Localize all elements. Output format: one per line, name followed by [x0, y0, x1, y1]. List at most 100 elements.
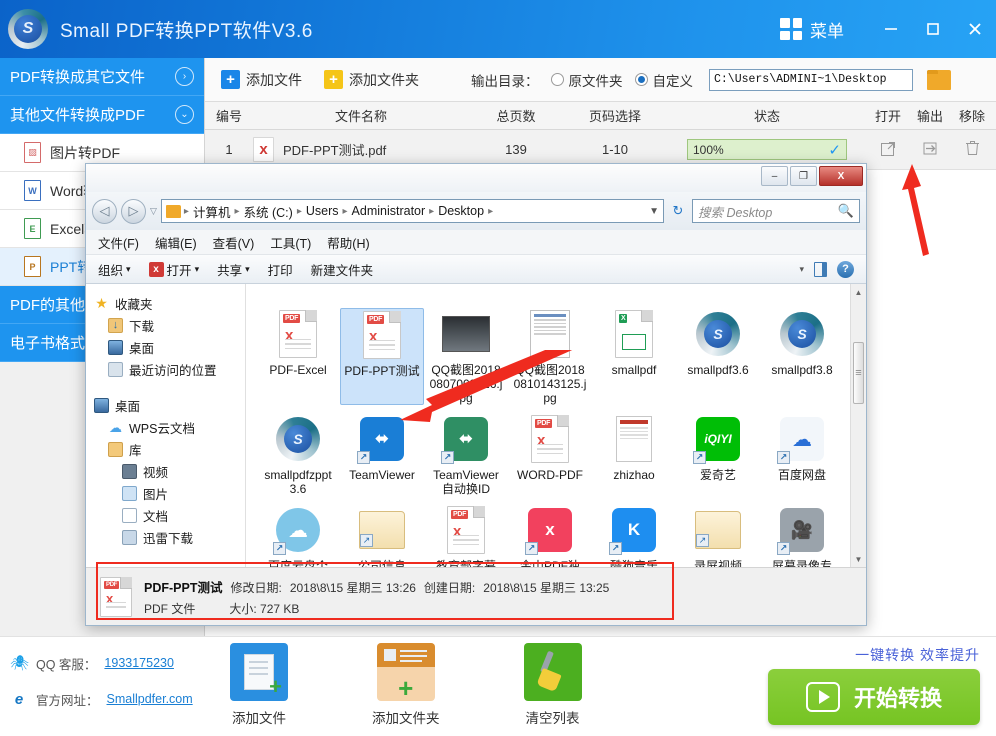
file-item-smallpdf38[interactable]: smallpdf3.8: [760, 308, 844, 405]
refresh-icon[interactable]: ↻: [668, 203, 688, 219]
file-item-word-pdf[interactable]: PDF x WORD-PDF: [508, 413, 592, 496]
breadcrumb-item-computer[interactable]: 计算机: [192, 202, 232, 221]
command-organize[interactable]: 组织 ▾: [98, 260, 131, 279]
file-item-baidu-netdisk[interactable]: ☁ ↗ 百度网盘: [760, 413, 844, 496]
start-convert-button[interactable]: 开始转换: [768, 669, 980, 725]
breadcrumb-dropdown-icon[interactable]: ▼: [649, 206, 659, 217]
radio-original-folder[interactable]: 原文件夹: [550, 70, 623, 90]
website-link[interactable]: Smallpdfer.com: [107, 692, 193, 706]
nav-item-thunder-download[interactable]: 迅雷下载: [94, 526, 245, 548]
back-button[interactable]: ◁: [92, 198, 117, 224]
scroll-down-arrow[interactable]: ▼: [851, 551, 866, 567]
add-folder-icon: +: [324, 70, 343, 89]
menu-view[interactable]: 查看(V): [213, 233, 255, 252]
scroll-up-arrow[interactable]: ▲: [851, 284, 866, 300]
clear-list-button[interactable]: 清空列表: [523, 643, 582, 727]
menu-help[interactable]: 帮助(H): [327, 233, 369, 252]
command-open[interactable]: x 打开 ▾: [148, 260, 199, 279]
explorer-vertical-scrollbar[interactable]: ▲ ▼: [850, 284, 866, 567]
command-print[interactable]: 打印: [268, 260, 293, 279]
file-item-kingsoft-pdf[interactable]: x ↗ 金山PDF独: [508, 504, 592, 567]
nav-item-desktop-fav[interactable]: 桌面: [94, 336, 245, 358]
scrollbar-thumb[interactable]: [853, 342, 864, 404]
browse-folder-button[interactable]: [927, 69, 951, 90]
menu-button[interactable]: 菜单: [780, 17, 844, 42]
command-share[interactable]: 共享 ▾: [217, 260, 250, 279]
nav-item-favorites[interactable]: ★ 收藏夹: [94, 292, 245, 314]
row-output-button[interactable]: [909, 140, 951, 160]
nav-item-videos[interactable]: 视频: [94, 460, 245, 482]
search-input[interactable]: 搜索 Desktop 🔍: [692, 199, 860, 223]
shortcut-arrow-icon: ↗: [441, 451, 454, 464]
file-item-teamviewer-auto-id[interactable]: ⬌ ↗ TeamViewer自动换ID: [424, 413, 508, 496]
nav-item-label: 视频: [143, 465, 169, 480]
breadcrumb-item-desktop[interactable]: Desktop: [437, 204, 485, 218]
file-item-smallpdf-excel[interactable]: X smallpdf: [592, 308, 676, 405]
nav-item-documents[interactable]: 文档: [94, 504, 245, 526]
help-icon[interactable]: ?: [837, 260, 854, 278]
close-button[interactable]: [954, 0, 996, 58]
radio-custom-folder[interactable]: 自定义: [634, 70, 693, 90]
view-caret-down-icon[interactable]: ▾: [799, 264, 804, 275]
export-icon: [922, 140, 939, 157]
file-item-teamviewer[interactable]: ⬌ ↗ TeamViewer: [340, 413, 424, 496]
minimize-button[interactable]: [870, 0, 912, 58]
file-thumbnail: [441, 308, 491, 360]
nav-item-wps-cloud[interactable]: ☁ WPS云文档: [94, 416, 245, 438]
file-item-pdf-ppt-test[interactable]: PDF x PDF-PPT测试: [340, 308, 424, 405]
file-item-pdf-excel[interactable]: PDF x PDF-Excel: [256, 308, 340, 405]
nav-item-label: WPS云文档: [129, 421, 195, 436]
breadcrumb-item-administrator[interactable]: Administrator: [351, 204, 427, 218]
file-explorer-window[interactable]: – ❐ X ◁ ▷ ▽ ▸ 计算机 ▸ 系统 (C:) ▸ Users ▸ Ad…: [85, 163, 867, 626]
app-titlebar: S Small PDF转换PPT软件V3.6 菜单: [0, 0, 996, 58]
explorer-maximize-button[interactable]: ❐: [790, 166, 817, 186]
row-open-button[interactable]: [867, 140, 909, 160]
file-item-baidu-cloud[interactable]: ☁ ↗ 百度云盘个: [256, 504, 340, 567]
explorer-minimize-button[interactable]: –: [761, 166, 788, 186]
sidebar-group-others-to-pdf[interactable]: 其他文件转换成PDF ⌄: [0, 96, 204, 134]
maximize-button[interactable]: [912, 0, 954, 58]
breadcrumb-item-system-c[interactable]: 系统 (C:): [243, 202, 294, 221]
explorer-close-button[interactable]: X: [819, 166, 863, 186]
file-item-company-info[interactable]: ↗ 公司信息: [340, 504, 424, 567]
file-item-smallpdf36[interactable]: smallpdf3.6: [676, 308, 760, 405]
menu-edit[interactable]: 编辑(E): [155, 233, 197, 252]
file-item-qq-screenshot-1[interactable]: QQ截图20180807003726.jpg: [424, 308, 508, 405]
sidebar-group-pdf-to-others[interactable]: PDF转换成其它文件 ›: [0, 58, 204, 96]
add-folder-button-label: 添加文件夹: [372, 711, 440, 726]
file-item-screen-record-video[interactable]: ↗ 录屏视频: [676, 504, 760, 567]
menu-file[interactable]: 文件(F): [98, 233, 139, 252]
add-file-toolbar-button[interactable]: + 添加文件: [213, 67, 310, 93]
file-item-zhizhao[interactable]: zhizhao: [592, 413, 676, 496]
file-item-smallpdfz-ppt36[interactable]: smallpdfzppt3.6: [256, 413, 340, 496]
row-remove-button[interactable]: [951, 139, 993, 160]
breadcrumb-item-users[interactable]: Users: [305, 204, 340, 218]
file-item-screen-recorder[interactable]: 🎥 ↗ 屏幕录像专: [760, 504, 844, 567]
file-grid-items: PDF x PDF-Excel PDF x PDF-PPT测试 QQ截图2018…: [246, 284, 866, 567]
nav-item-recent-places[interactable]: 最近访问的位置: [94, 358, 245, 380]
explorer-file-grid[interactable]: PDF x PDF-Excel PDF x PDF-PPT测试 QQ截图2018…: [246, 284, 866, 567]
success-check-icon: ✓: [828, 141, 841, 159]
add-file-button[interactable]: + 添加文件: [230, 643, 288, 727]
menu-tools[interactable]: 工具(T): [270, 233, 311, 252]
file-item-iqiyi[interactable]: iQIYI ↗ 爱奇艺: [676, 413, 760, 496]
nav-item-pictures[interactable]: 图片: [94, 482, 245, 504]
view-grid-icon[interactable]: [775, 262, 789, 276]
row-page-range[interactable]: 1-10: [563, 142, 667, 157]
add-folder-button[interactable]: + 添加文件夹: [372, 643, 440, 727]
forward-button[interactable]: ▷: [121, 198, 146, 224]
nav-item-libraries[interactable]: 库: [94, 438, 245, 460]
preview-pane-icon[interactable]: [814, 261, 827, 277]
file-item-label: 金山PDF独: [519, 559, 580, 567]
history-dropdown-icon[interactable]: ▽: [150, 206, 157, 217]
nav-item-downloads[interactable]: 下载: [94, 314, 245, 336]
file-item-qq-screenshot-2[interactable]: QQ截图20180810143125.jpg: [508, 308, 592, 405]
command-new-folder[interactable]: 新建文件夹: [311, 260, 374, 279]
breadcrumb[interactable]: ▸ 计算机 ▸ 系统 (C:) ▸ Users ▸ Administrator …: [160, 199, 664, 223]
output-path-input[interactable]: C:\Users\ADMINI~1\Desktop: [709, 68, 913, 91]
qq-number-link[interactable]: 1933175230: [104, 656, 174, 670]
file-item-kugou-music[interactable]: K ↗ 酷狗音乐: [592, 504, 676, 567]
add-folder-toolbar-button[interactable]: + 添加文件夹: [316, 67, 427, 93]
nav-item-desktop-root[interactable]: 桌面: [94, 394, 245, 416]
file-item-edu-subtitle[interactable]: PDF x 教育部字幕: [424, 504, 508, 567]
